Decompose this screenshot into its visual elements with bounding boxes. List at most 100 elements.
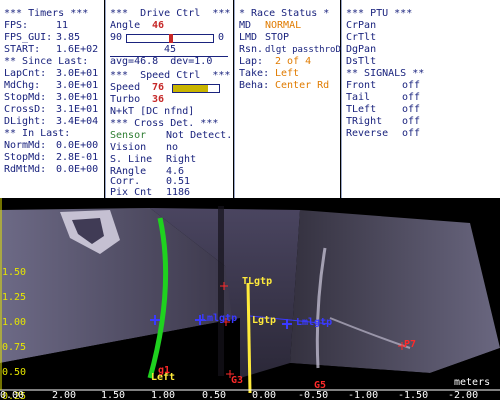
y-tick-label: 1.25 — [2, 292, 27, 303]
speed-value: 76 — [152, 82, 165, 93]
angle-center-value: 45 — [164, 44, 177, 55]
lap-value: 2 of 4 — [275, 56, 312, 67]
cross-det-header: *** Cross Det. *** — [110, 118, 219, 129]
x-tick-label: 0.50 — [202, 390, 227, 400]
angle-slider-thumb[interactable] — [169, 34, 173, 43]
start-label: START: — [4, 44, 41, 55]
drive-panel: *** Drive Ctrl *** Angle 46 90 0 45 avg=… — [106, 0, 233, 198]
y-tick-label: 0.50 — [2, 367, 27, 378]
pix-cnt-value: 1186 — [166, 187, 191, 198]
fps-value: 11 — [56, 20, 69, 31]
ptu-item-crtlt[interactable]: CrTlt — [346, 33, 376, 43]
race-status-panel: * Race Status * MD NORMAL LMD STOP Rsn. … — [235, 0, 363, 198]
drive-ctrl-header: *** Drive Ctrl *** — [110, 8, 231, 19]
ptu-header: *** PTU *** — [346, 8, 413, 19]
turbo-label: Turbo — [110, 94, 141, 105]
angle-value: 46 — [152, 20, 165, 31]
sline-label: S. Line — [110, 154, 153, 165]
signal-tleft-state: off — [402, 104, 421, 115]
tlgtp-label: TLgtp — [242, 276, 273, 287]
lgtp-label: Lgtp — [252, 315, 277, 326]
signal-reverse-state: off — [402, 128, 421, 139]
x-tick-label: 0.00 — [252, 390, 277, 400]
stopmd-label: StopMd: — [4, 92, 47, 103]
beha-label: Beha: — [239, 80, 270, 91]
x-tick-label: 1.00 — [151, 390, 176, 400]
app-root: *** Timers *** FPS: 11 FPS_GUI: 3.85 STA… — [0, 0, 500, 400]
units-label: meters — [454, 377, 491, 388]
y-tick-label: 1.00 — [2, 317, 27, 328]
stopmd2-label: StopMd: — [4, 152, 47, 163]
sensor-value: Not Detect. — [166, 130, 233, 141]
signal-tail-state: off — [402, 92, 421, 103]
x-tick-label: -1.00 — [348, 390, 379, 400]
angle-slider[interactable] — [126, 34, 214, 43]
g3-label: G3 — [231, 375, 244, 386]
rdmtmd-value: 0.0E+00 — [56, 164, 99, 175]
stopmd-value: 3.0E+01 — [56, 92, 99, 103]
lap-label: Lap: — [239, 56, 264, 67]
beha-value: Center Rd — [275, 80, 330, 91]
x-tick-label: 0.00 — [0, 390, 25, 400]
speed-label: Speed — [110, 82, 141, 93]
signal-front-label: Front — [346, 80, 377, 91]
dlight-value: 3.4E+04 — [56, 116, 99, 127]
x-tick-label: -1.50 — [398, 390, 429, 400]
signal-tright-label: TRight — [346, 116, 383, 127]
nokt-status: N+kT [DC nfnd] — [110, 106, 195, 117]
angle-avg-dev: avg=46.8 dev=1.0 — [110, 56, 213, 67]
lmlgtp-label: Lmlgtp — [201, 313, 238, 324]
timers-header: *** Timers *** — [4, 8, 89, 19]
camera-view[interactable]: 1.50 1.25 1.00 0.75 0.50 0.25 Left TLgtp… — [0, 198, 500, 400]
x-tick-label: 1.50 — [101, 390, 126, 400]
race-status-header: * Race Status * — [239, 8, 330, 19]
in-last-header: ** In Last: — [4, 128, 71, 139]
mdchg-value: 3.0E+01 — [56, 80, 99, 91]
lapcnt-value: 3.0E+01 — [56, 68, 99, 79]
ptu-item-dstlt[interactable]: DsTlt — [346, 57, 376, 67]
md-label: MD — [239, 20, 252, 31]
ptu-item-crpan[interactable]: CrPan — [346, 21, 376, 31]
turbo-value: 36 — [152, 94, 165, 105]
fpsgui-label: FPS_GUI: — [4, 32, 53, 43]
signal-front-state: off — [402, 80, 421, 91]
corr-value: 0.51 — [166, 176, 191, 187]
camera-scene — [0, 198, 500, 400]
center-trajectory-line — [246, 282, 252, 394]
crossd-value: 3.1E+01 — [56, 104, 99, 115]
p7-label: P7 — [404, 339, 417, 350]
lapcnt-label: LapCnt: — [4, 68, 47, 79]
angle-range-max: 0 — [218, 32, 225, 43]
vision-value: no — [166, 142, 179, 153]
signal-tail-label: Tail — [346, 92, 371, 103]
ptu-item-dgpan[interactable]: DgPan — [346, 45, 376, 55]
take-label: Take: — [239, 68, 270, 79]
y-tick-label: 0.75 — [2, 342, 27, 353]
since-last-header: ** Since Last: — [4, 56, 89, 67]
g1-label: g1 — [158, 365, 171, 376]
signal-tright-state: off — [402, 116, 421, 127]
mdchg-label: MdChg: — [4, 80, 41, 91]
x-tick-label: 2.00 — [52, 390, 77, 400]
x-tick-label: -0.50 — [298, 390, 329, 400]
lmlgtp-right-label: Lmlgtp — [296, 317, 333, 328]
x-tick-label: -2.00 — [448, 390, 479, 400]
ptu-signals-panel: *** PTU *** CrPan CrTlt DgPan DsTlt ** S… — [342, 0, 500, 198]
y-tick-label: 1.50 — [2, 267, 27, 278]
angle-range-min: 90 — [110, 32, 123, 43]
lmd-value: STOP — [265, 32, 290, 43]
speed-bar — [172, 84, 220, 93]
timers-panel: *** Timers *** FPS: 11 FPS_GUI: 3.85 STA… — [0, 0, 104, 198]
signal-tleft-label: TLeft — [346, 104, 377, 115]
stopmd2-value: 2.8E-01 — [56, 152, 99, 163]
md-value: NORMAL — [265, 20, 302, 31]
sensor-label: Sensor — [110, 130, 147, 141]
rdmtmd-label: RdMtMd: — [4, 164, 47, 175]
fpsgui-value: 3.85 — [56, 32, 81, 43]
dlight-label: DLight: — [4, 116, 47, 127]
lmd-label: LMD — [239, 32, 258, 43]
start-value: 1.6E+02 — [56, 44, 99, 55]
pix-cnt-label: Pix Cnt — [110, 187, 153, 198]
rsn-label: Rsn. — [239, 44, 264, 55]
speed-ctrl-header: *** Speed Ctrl *** — [110, 70, 231, 81]
